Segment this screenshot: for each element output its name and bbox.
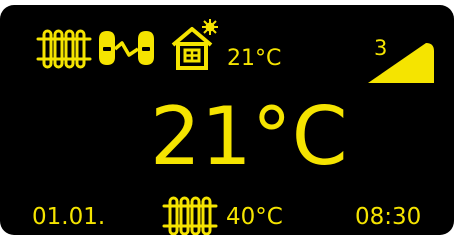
- date-display: 01.01.: [32, 204, 106, 230]
- time-display: 08:30: [355, 204, 422, 230]
- valve-link-icon: [98, 29, 156, 67]
- signal-strength-triangle-icon: [368, 43, 438, 83]
- house-sun-icon: [170, 17, 226, 73]
- outdoor-temperature: 21°C: [227, 46, 282, 71]
- thermostat-display: 21°C 3 21°C 01.01. 40°C 08:30: [0, 5, 454, 235]
- flow-temperature: 40°C: [226, 204, 283, 230]
- room-temperature: 21°C: [150, 90, 348, 183]
- radiator-icon: [36, 29, 92, 69]
- radiator-icon: [162, 196, 218, 235]
